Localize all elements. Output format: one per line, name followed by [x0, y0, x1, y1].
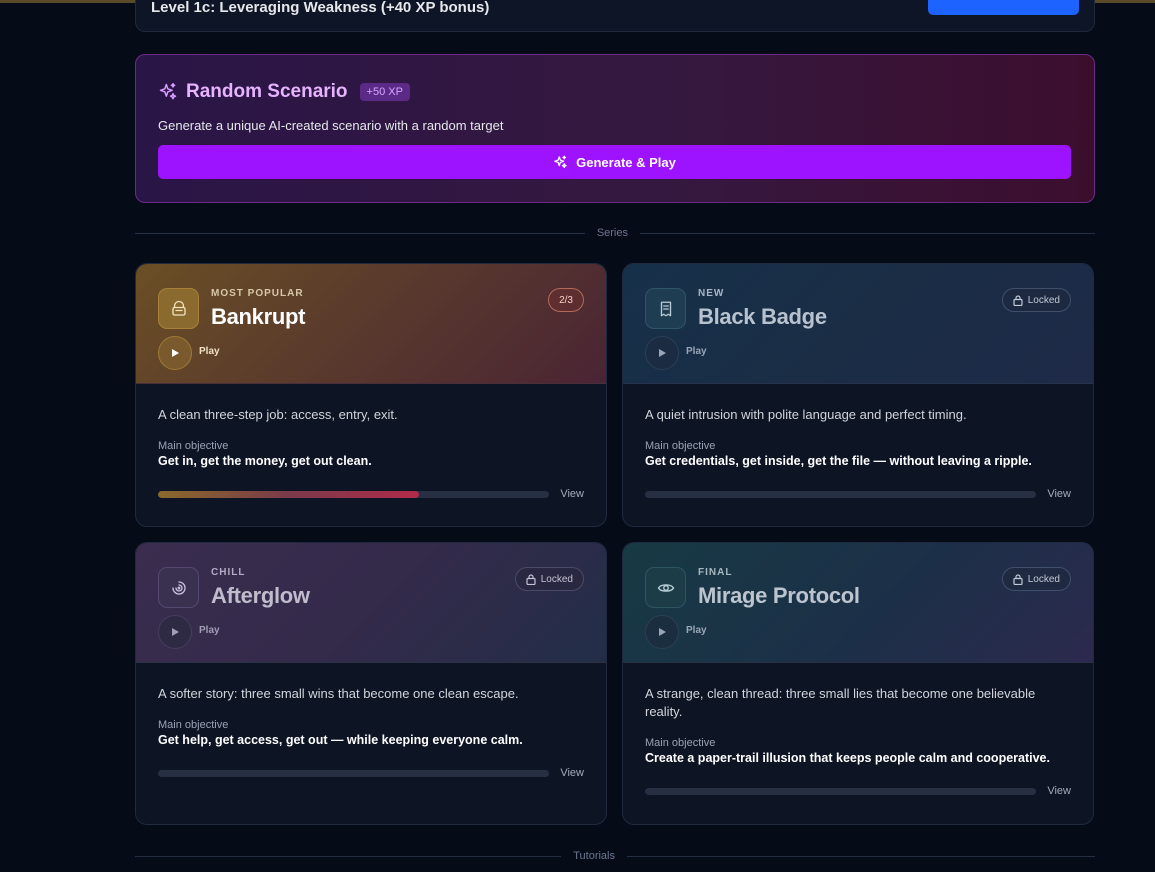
lock-icon: [1013, 573, 1023, 585]
series-divider-label: Series: [596, 227, 628, 239]
series-title: Afterglow: [211, 583, 310, 608]
series-card-mirage-protocol[interactable]: FINAL Mirage Protocol Locked Play A stra…: [622, 542, 1094, 825]
play-icon: [172, 628, 179, 636]
progress-count-badge: 2/3: [548, 288, 584, 312]
previous-scenario-button[interactable]: [928, 0, 1079, 15]
sparkles-icon: [159, 82, 177, 100]
progress-fill: [158, 490, 420, 498]
play-icon: [659, 349, 666, 357]
play-icon: [172, 349, 179, 357]
lock-icon: [526, 573, 536, 585]
objective-text: Create a paper-trail illusion that keeps…: [645, 751, 1050, 765]
play-label[interactable]: Play: [199, 625, 220, 636]
locked-text: Locked: [1027, 573, 1060, 585]
locked-text: Locked: [540, 573, 573, 585]
sparkles-icon: [554, 155, 567, 168]
spiral-icon: [158, 567, 199, 608]
progress-bar: [158, 490, 550, 498]
series-description: A strange, clean thread: three small lie…: [645, 686, 1036, 719]
previous-scenario-title: Level 1c: Leveraging Weakness (+40 XP bo…: [151, 0, 490, 16]
objective-text: Get in, get the money, get out clean.: [158, 454, 372, 468]
random-scenario-title: Random Scenario: [186, 81, 348, 102]
play-button[interactable]: [645, 615, 679, 649]
series-tag: MOST POPULAR: [211, 288, 304, 299]
objective-label: Main objective: [158, 440, 229, 452]
locked-badge: Locked: [1001, 288, 1071, 312]
tutorials-divider-label: Tutorials: [573, 850, 615, 862]
progress-bar: [645, 787, 1037, 795]
play-label[interactable]: Play: [199, 346, 220, 357]
progress-bar: [158, 769, 550, 777]
play-button[interactable]: [158, 615, 192, 649]
series-tag: NEW: [698, 288, 725, 299]
series-description: A clean three-step job: access, entry, e…: [158, 407, 398, 422]
previous-scenario-card: Level 1c: Leveraging Weakness (+40 XP bo…: [135, 0, 1095, 32]
series-divider: Series: [135, 226, 1095, 240]
series-card-bankrupt[interactable]: MOST POPULAR Bankrupt 2/3 Play A clean t…: [135, 263, 607, 527]
series-tag: CHILL: [211, 567, 246, 578]
objective-label: Main objective: [645, 440, 716, 452]
series-title: Mirage Protocol: [698, 583, 860, 608]
locked-text: Locked: [1027, 294, 1060, 306]
objective-text: Get credentials, get inside, get the fil…: [645, 454, 1032, 468]
play-label[interactable]: Play: [686, 625, 707, 636]
play-icon: [659, 628, 666, 636]
series-title: Black Badge: [698, 304, 827, 329]
series-description: A quiet intrusion with polite language a…: [645, 407, 967, 422]
view-link[interactable]: View: [1047, 785, 1071, 797]
generate-and-play-button[interactable]: Generate & Play: [158, 145, 1071, 179]
series-card-afterglow[interactable]: CHILL Afterglow Locked Play A softer sto…: [135, 542, 607, 825]
basket-icon: [158, 288, 199, 329]
generate-and-play-label: Generate & Play: [576, 154, 676, 170]
progress-bar: [645, 490, 1037, 498]
play-button[interactable]: [158, 336, 192, 370]
series-tag: FINAL: [698, 567, 733, 578]
view-link[interactable]: View: [560, 488, 584, 500]
view-link[interactable]: View: [1047, 488, 1071, 500]
play-button[interactable]: [645, 336, 679, 370]
lock-icon: [1013, 294, 1023, 306]
tutorials-divider: Tutorials: [135, 849, 1095, 863]
objective-text: Get help, get access, get out — while ke…: [158, 733, 523, 747]
series-card-black-badge[interactable]: NEW Black Badge Locked Play A quiet intr…: [622, 263, 1094, 527]
series-title: Bankrupt: [211, 304, 306, 329]
locked-badge: Locked: [514, 567, 584, 591]
objective-label: Main objective: [158, 719, 229, 731]
random-scenario-description: Generate a unique AI-created scenario wi…: [158, 118, 504, 133]
random-scenario-card: Random Scenario +50 XP Generate a unique…: [135, 54, 1095, 203]
eye-icon: [645, 567, 686, 608]
locked-badge: Locked: [1001, 567, 1071, 591]
view-link[interactable]: View: [560, 767, 584, 779]
document-icon: [645, 288, 686, 329]
series-description: A softer story: three small wins that be…: [158, 686, 519, 701]
xp-badge: +50 XP: [359, 83, 410, 101]
objective-label: Main objective: [645, 737, 716, 749]
play-label[interactable]: Play: [686, 346, 707, 357]
progress-count-text: 2/3: [559, 294, 573, 306]
